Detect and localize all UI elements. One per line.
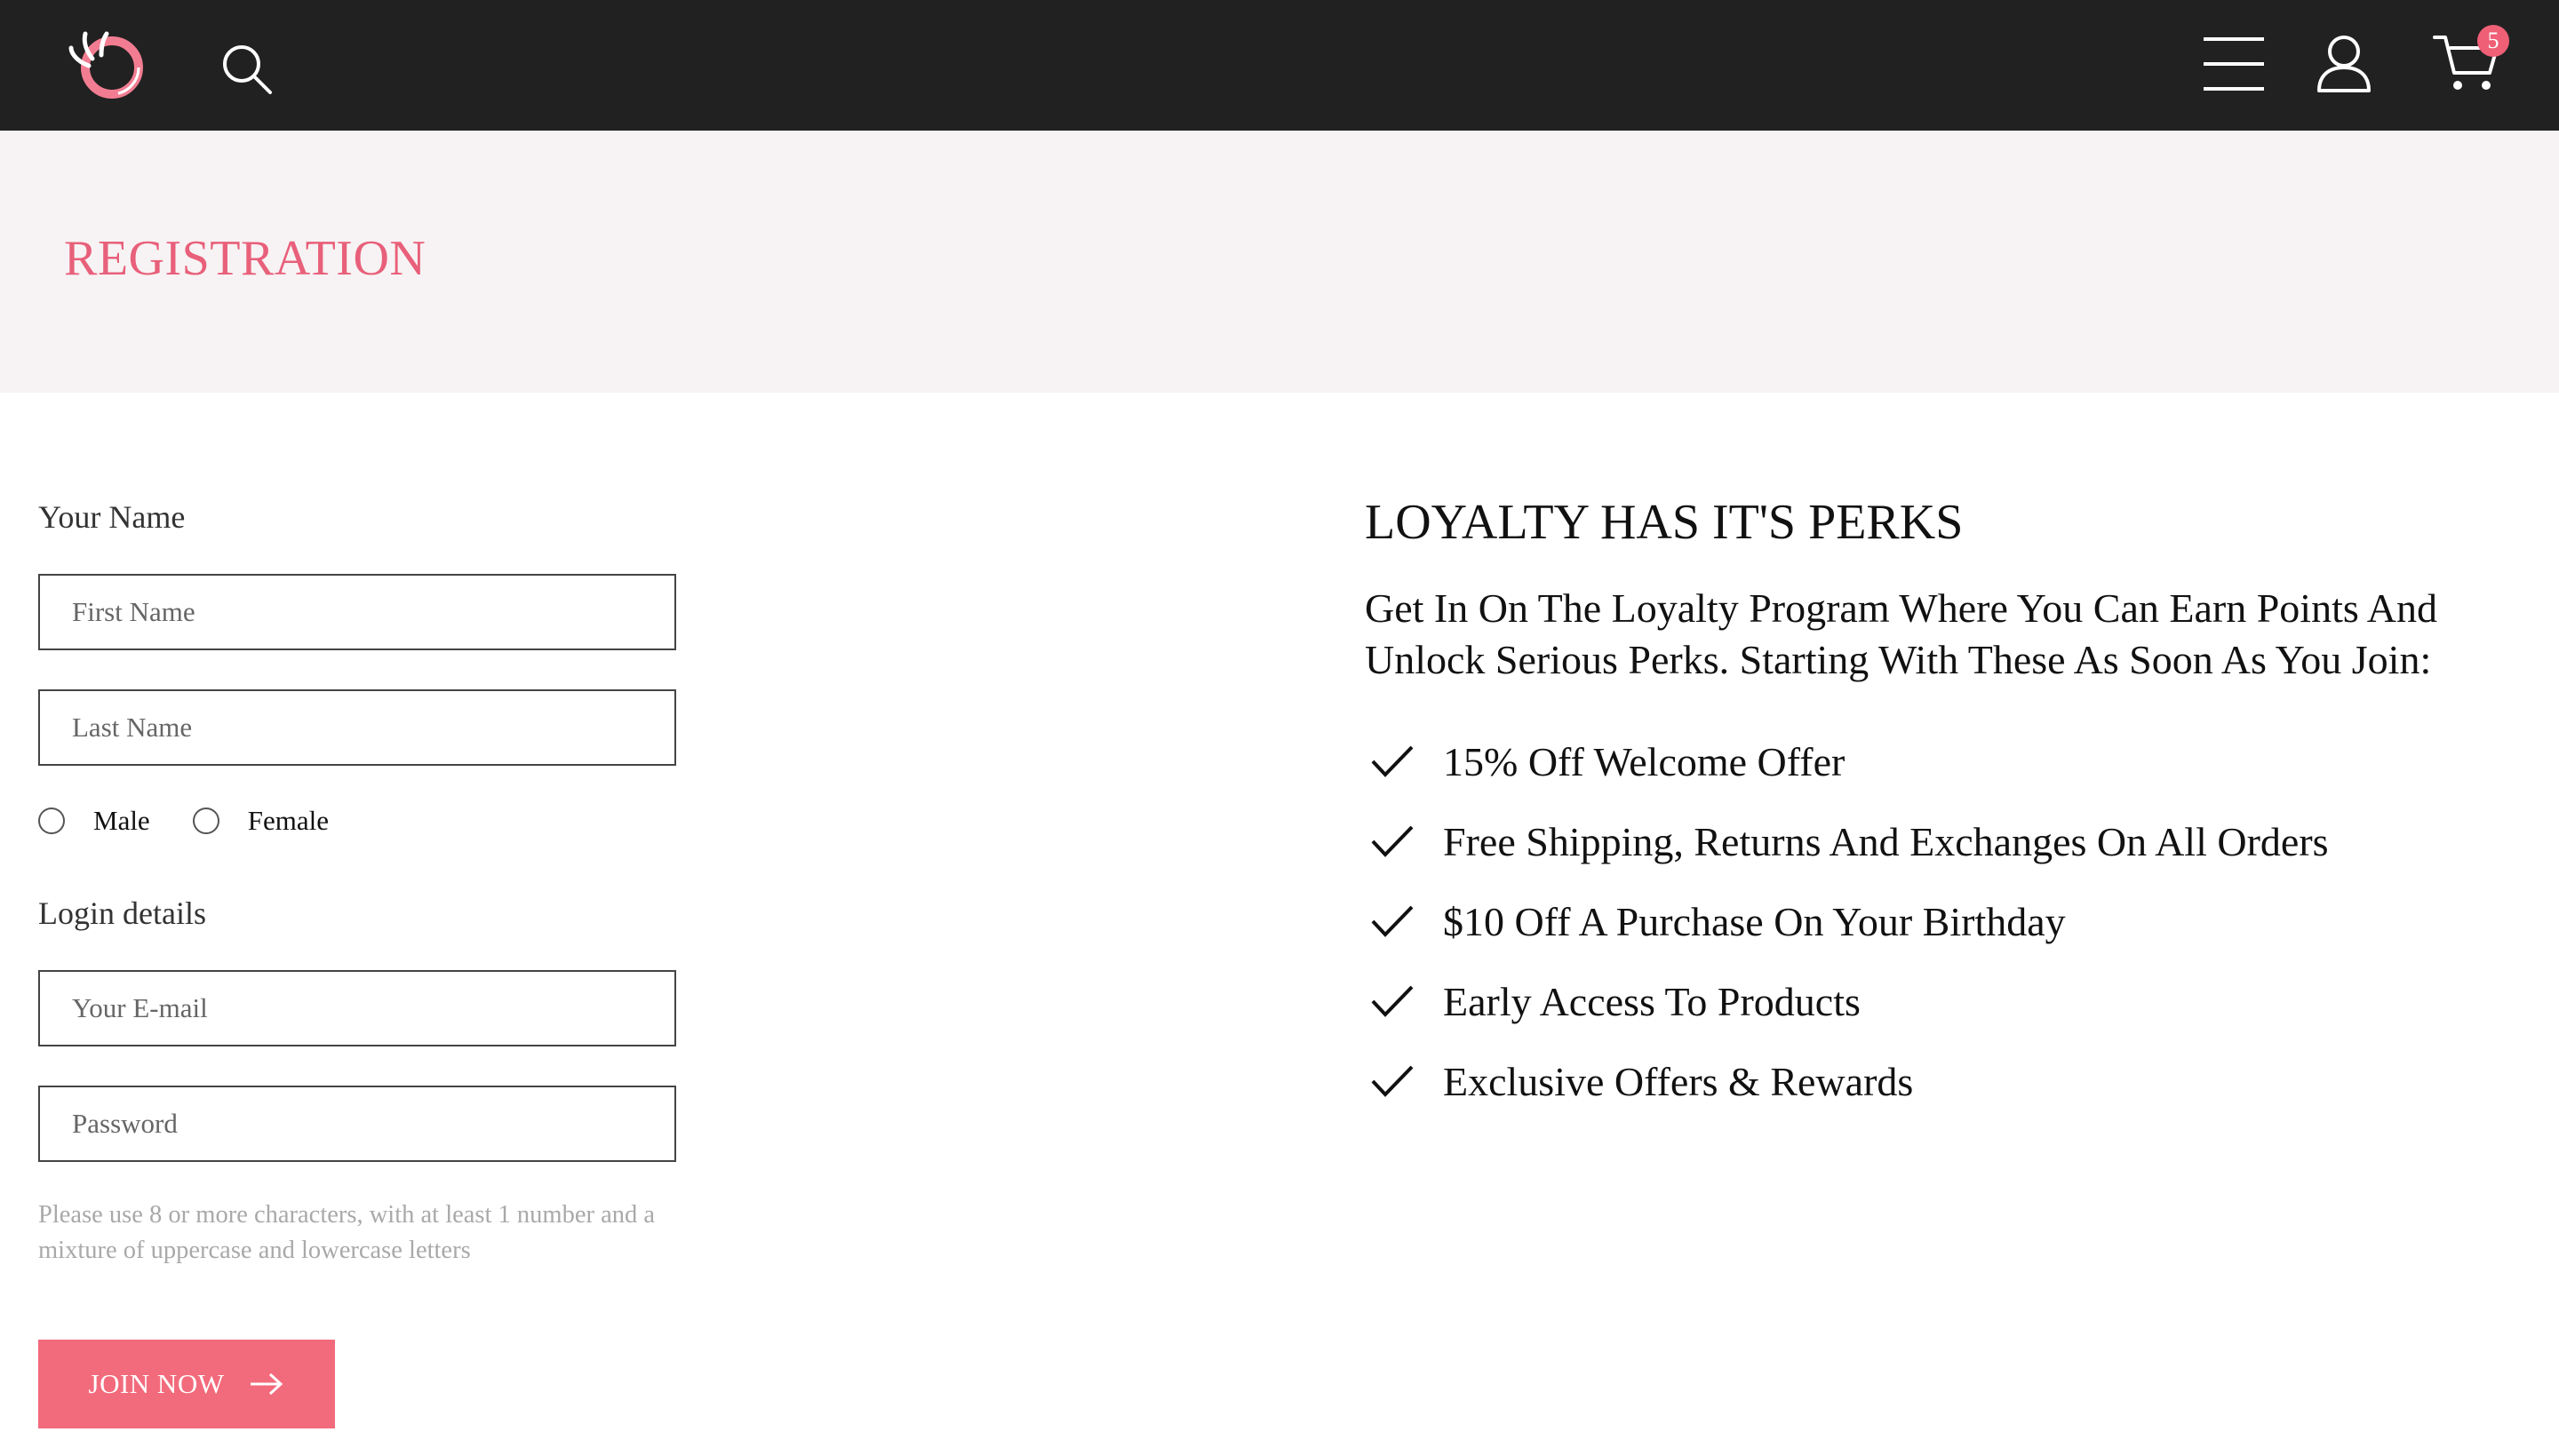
join-now-label: JOIN NOW (88, 1368, 225, 1399)
password-input[interactable] (38, 1086, 676, 1162)
perk-text: $10 Off A Purchase On Your Birthday (1443, 898, 2066, 944)
last-name-input[interactable] (38, 689, 676, 766)
page-title: REGISTRATION (64, 231, 426, 286)
perk-item: Early Access To Products (1365, 961, 2329, 1041)
perk-text: Exclusive Offers & Rewards (1443, 1058, 1914, 1104)
search-icon[interactable] (219, 41, 275, 98)
menu-icon[interactable] (2202, 36, 2266, 92)
brand-logo[interactable] (62, 25, 147, 105)
checkmark-icon (1371, 905, 1414, 937)
top-navigation-bar: 5 (0, 0, 2559, 131)
page-header-banner: REGISTRATION (0, 131, 2559, 393)
gender-male-radio[interactable] (38, 808, 65, 834)
cart-count-badge: 5 (2477, 25, 2509, 57)
login-details-label: Login details (38, 895, 206, 931)
perk-item: Free Shipping, Returns And Exchanges On … (1365, 801, 2329, 881)
perks-title: LOYALTY HAS IT'S PERKS (1365, 495, 1964, 550)
join-now-button[interactable]: JOIN NOW (38, 1340, 335, 1428)
gender-selector: Male Female (38, 800, 371, 841)
first-name-input[interactable] (38, 574, 676, 650)
gender-female-label[interactable]: Female (248, 805, 329, 837)
perk-item: $10 Off A Purchase On Your Birthday (1365, 881, 2329, 961)
perk-text: Free Shipping, Returns And Exchanges On … (1443, 818, 2329, 864)
email-input[interactable] (38, 970, 676, 1046)
checkmark-icon (1371, 825, 1414, 857)
your-name-label: Your Name (38, 499, 186, 535)
perk-item: 15% Off Welcome Offer (1365, 721, 2329, 801)
perk-item: Exclusive Offers & Rewards (1365, 1041, 2329, 1121)
perks-list: 15% Off Welcome Offer Free Shipping, Ret… (1365, 721, 2329, 1121)
checkmark-icon (1371, 745, 1414, 777)
checkmark-icon (1371, 985, 1414, 1017)
password-hint: Please use 8 or more characters, with at… (38, 1201, 656, 1264)
checkmark-icon (1371, 1065, 1414, 1097)
arrow-right-icon (251, 1372, 283, 1396)
gender-male-label[interactable]: Male (93, 805, 150, 837)
perks-intro: Get In On The Loyalty Program Where You … (1365, 585, 2437, 682)
gender-female-radio[interactable] (192, 808, 219, 834)
user-icon[interactable] (2316, 34, 2372, 94)
perk-text: 15% Off Welcome Offer (1443, 738, 1846, 784)
perk-text: Early Access To Products (1443, 978, 1861, 1024)
